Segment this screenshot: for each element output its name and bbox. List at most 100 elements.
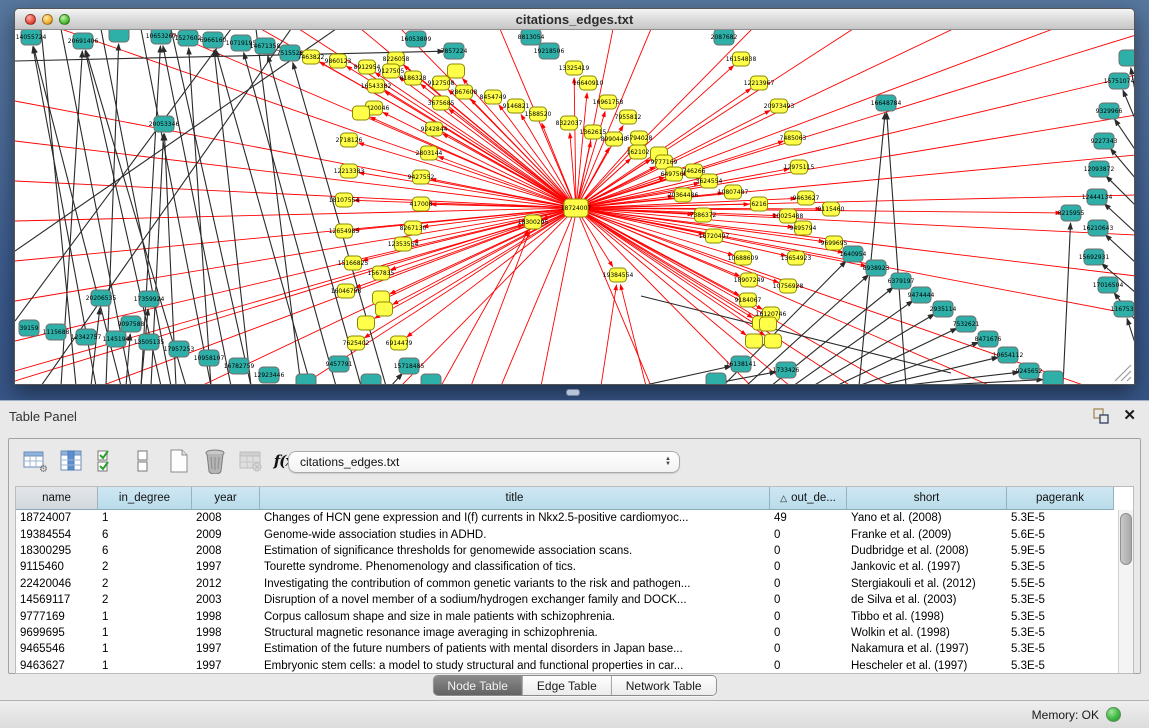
yellow-paper-node[interactable]: 1588520 [525,107,552,121]
teal-paper-node[interactable]: 7515526 [277,45,304,61]
teal-paper-node[interactable]: 15718485 [394,358,425,374]
teal-paper-node[interactable]: 17957253 [164,341,195,357]
teal-paper-node[interactable]: 1640954 [840,246,867,262]
table-cell[interactable]: 1 [98,510,192,526]
teal-paper-node[interactable]: 16138141 [726,356,757,372]
teal-paper-node[interactable] [1119,50,1134,66]
yellow-paper-node[interactable]: 12975115 [784,160,815,174]
table-cell[interactable]: 5.6E-5 [1007,526,1114,542]
teal-paper-node[interactable]: 2087682 [711,30,738,45]
teal-paper-node[interactable]: 20053346 [149,116,180,132]
table-cell[interactable]: 2 [98,592,192,608]
table-cell[interactable]: 5.5E-5 [1007,576,1114,592]
teal-paper-node[interactable]: 12923446 [254,367,285,383]
teal-paper-node[interactable]: 8471676 [975,331,1002,347]
teal-paper-node[interactable] [296,374,316,385]
teal-paper-node[interactable] [1043,371,1063,385]
teal-paper-node[interactable] [421,374,441,385]
teal-paper-node[interactable]: 12093872 [1084,161,1115,177]
float-panel-icon[interactable] [1093,408,1109,424]
table-cell[interactable]: 9699695 [16,625,98,641]
column-header-pagerank[interactable]: pagerank [1007,487,1114,510]
teal-paper-node[interactable]: 9329966 [1096,103,1123,119]
table-cell[interactable]: 1 [98,658,192,674]
table-cell[interactable]: 2008 [192,510,260,526]
yellow-paper-node[interactable]: 6216 [751,197,768,211]
table-cell[interactable]: Dudbridge et al. (2008) [847,543,1007,559]
table-cell[interactable]: 14569117 [16,592,98,608]
table-cell[interactable]: 5.3E-5 [1007,559,1114,575]
yellow-paper-node[interactable] [765,334,782,348]
tab-node-table[interactable]: Node Table [433,676,523,695]
table-cell[interactable]: 9465546 [16,641,98,657]
table-cell[interactable]: 2012 [192,576,260,592]
table-cell[interactable]: Tourette syndrome. Phenomenology and cla… [260,559,770,575]
table-cell[interactable]: Embryonic stem cells: a model to study s… [260,658,770,674]
teal-paper-node[interactable] [706,373,726,385]
table-cell[interactable]: 0 [770,559,847,575]
table-cell[interactable]: 0 [770,608,847,624]
teal-paper-node[interactable]: 15692931 [1079,249,1110,265]
table-cell[interactable]: 1997 [192,559,260,575]
select-all-icon[interactable] [93,447,120,475]
table-cell[interactable]: 0 [770,576,847,592]
teal-paper-node[interactable]: 9474444 [908,287,935,303]
teal-paper-node[interactable]: 17016504 [1093,277,1124,293]
column-header-out_de[interactable]: △out_de... [770,487,847,510]
teal-paper-node[interactable]: 1527602 [175,30,202,46]
table-row[interactable]: 977716911998Corpus callosum shape and si… [16,608,1133,624]
yellow-paper-node[interactable]: 417008 [410,197,433,211]
teal-paper-node[interactable]: 1167533 [1111,301,1134,317]
yellow-paper-node[interactable]: 7625402 [343,336,370,350]
table-cell[interactable]: 6 [98,526,192,542]
yellow-paper-node[interactable]: 13325419 [559,61,590,75]
teal-paper-node[interactable]: 6379197 [888,273,915,289]
table-cell[interactable]: 2008 [192,543,260,559]
table-cell[interactable]: 1998 [192,625,260,641]
table-cell[interactable]: Structural magnetic resonance image aver… [260,625,770,641]
close-panel-icon[interactable]: ✕ [1123,406,1136,424]
window-titlebar[interactable]: citations_edges.txt [15,9,1134,30]
yellow-paper-node[interactable]: 18724007 [561,199,592,217]
table-cell[interactable]: 5.3E-5 [1007,625,1114,641]
yellow-paper-node[interactable]: 16154838 [726,52,757,66]
column-header-in_degree[interactable]: in_degree [98,487,192,510]
teal-paper-node[interactable]: 19218506 [534,43,565,59]
column-header-short[interactable]: short [847,487,1007,510]
table-row[interactable]: 946362711997Embryonic stem cells: a mode… [16,658,1133,674]
teal-paper-node[interactable]: 20691406 [68,33,99,49]
yellow-paper-node[interactable]: 8322037 [556,116,583,130]
table-vertical-scrollbar[interactable] [1118,510,1133,673]
yellow-paper-node[interactable]: 8186328 [400,71,427,85]
teal-paper-node[interactable]: 9097588 [118,316,145,332]
tab-edge-table[interactable]: Edge Table [523,676,612,695]
yellow-paper-node[interactable]: 6914479 [386,336,413,350]
table-cell[interactable]: Estimation of significance thresholds fo… [260,543,770,559]
table-cell[interactable]: 5.3E-5 [1007,510,1114,526]
table-cell[interactable]: Yano et al. (2008) [847,510,1007,526]
table-cell[interactable]: Genome-wide association studies in ADHD. [260,526,770,542]
table-cell[interactable]: 0 [770,526,847,542]
table-cell[interactable]: 19384554 [16,526,98,542]
teal-paper-node[interactable]: 1733426 [773,362,800,378]
table-cell[interactable]: de Silva et al. (2003) [847,592,1007,608]
table-cell[interactable]: 1 [98,641,192,657]
teal-paper-node[interactable]: 9457791 [326,356,353,372]
teal-paper-node[interactable]: 10719195 [226,35,257,51]
delete-icon[interactable] [201,447,228,475]
yellow-paper-node[interactable]: 9115460 [818,202,845,216]
table-cell[interactable]: 18724007 [16,510,98,526]
table-settings-icon[interactable]: ⚙ [21,447,48,475]
table-cell[interactable]: 2009 [192,526,260,542]
yellow-paper-node[interactable]: 2718126 [336,133,363,147]
yellow-paper-node[interactable]: 19384554 [603,268,634,282]
import-table-icon[interactable] [237,447,264,475]
teal-paper-node[interactable]: 2935114 [930,301,957,317]
teal-paper-node[interactable]: 12444134 [1082,189,1113,205]
yellow-paper-node[interactable]: 12353554 [388,237,419,251]
table-cell[interactable]: 6 [98,543,192,559]
table-cell[interactable]: 1997 [192,641,260,657]
teal-paper-node[interactable]: 1115688 [43,324,70,340]
teal-paper-node[interactable]: 6966160 [200,32,227,48]
teal-paper-node[interactable]: 9245652 [1016,363,1043,379]
